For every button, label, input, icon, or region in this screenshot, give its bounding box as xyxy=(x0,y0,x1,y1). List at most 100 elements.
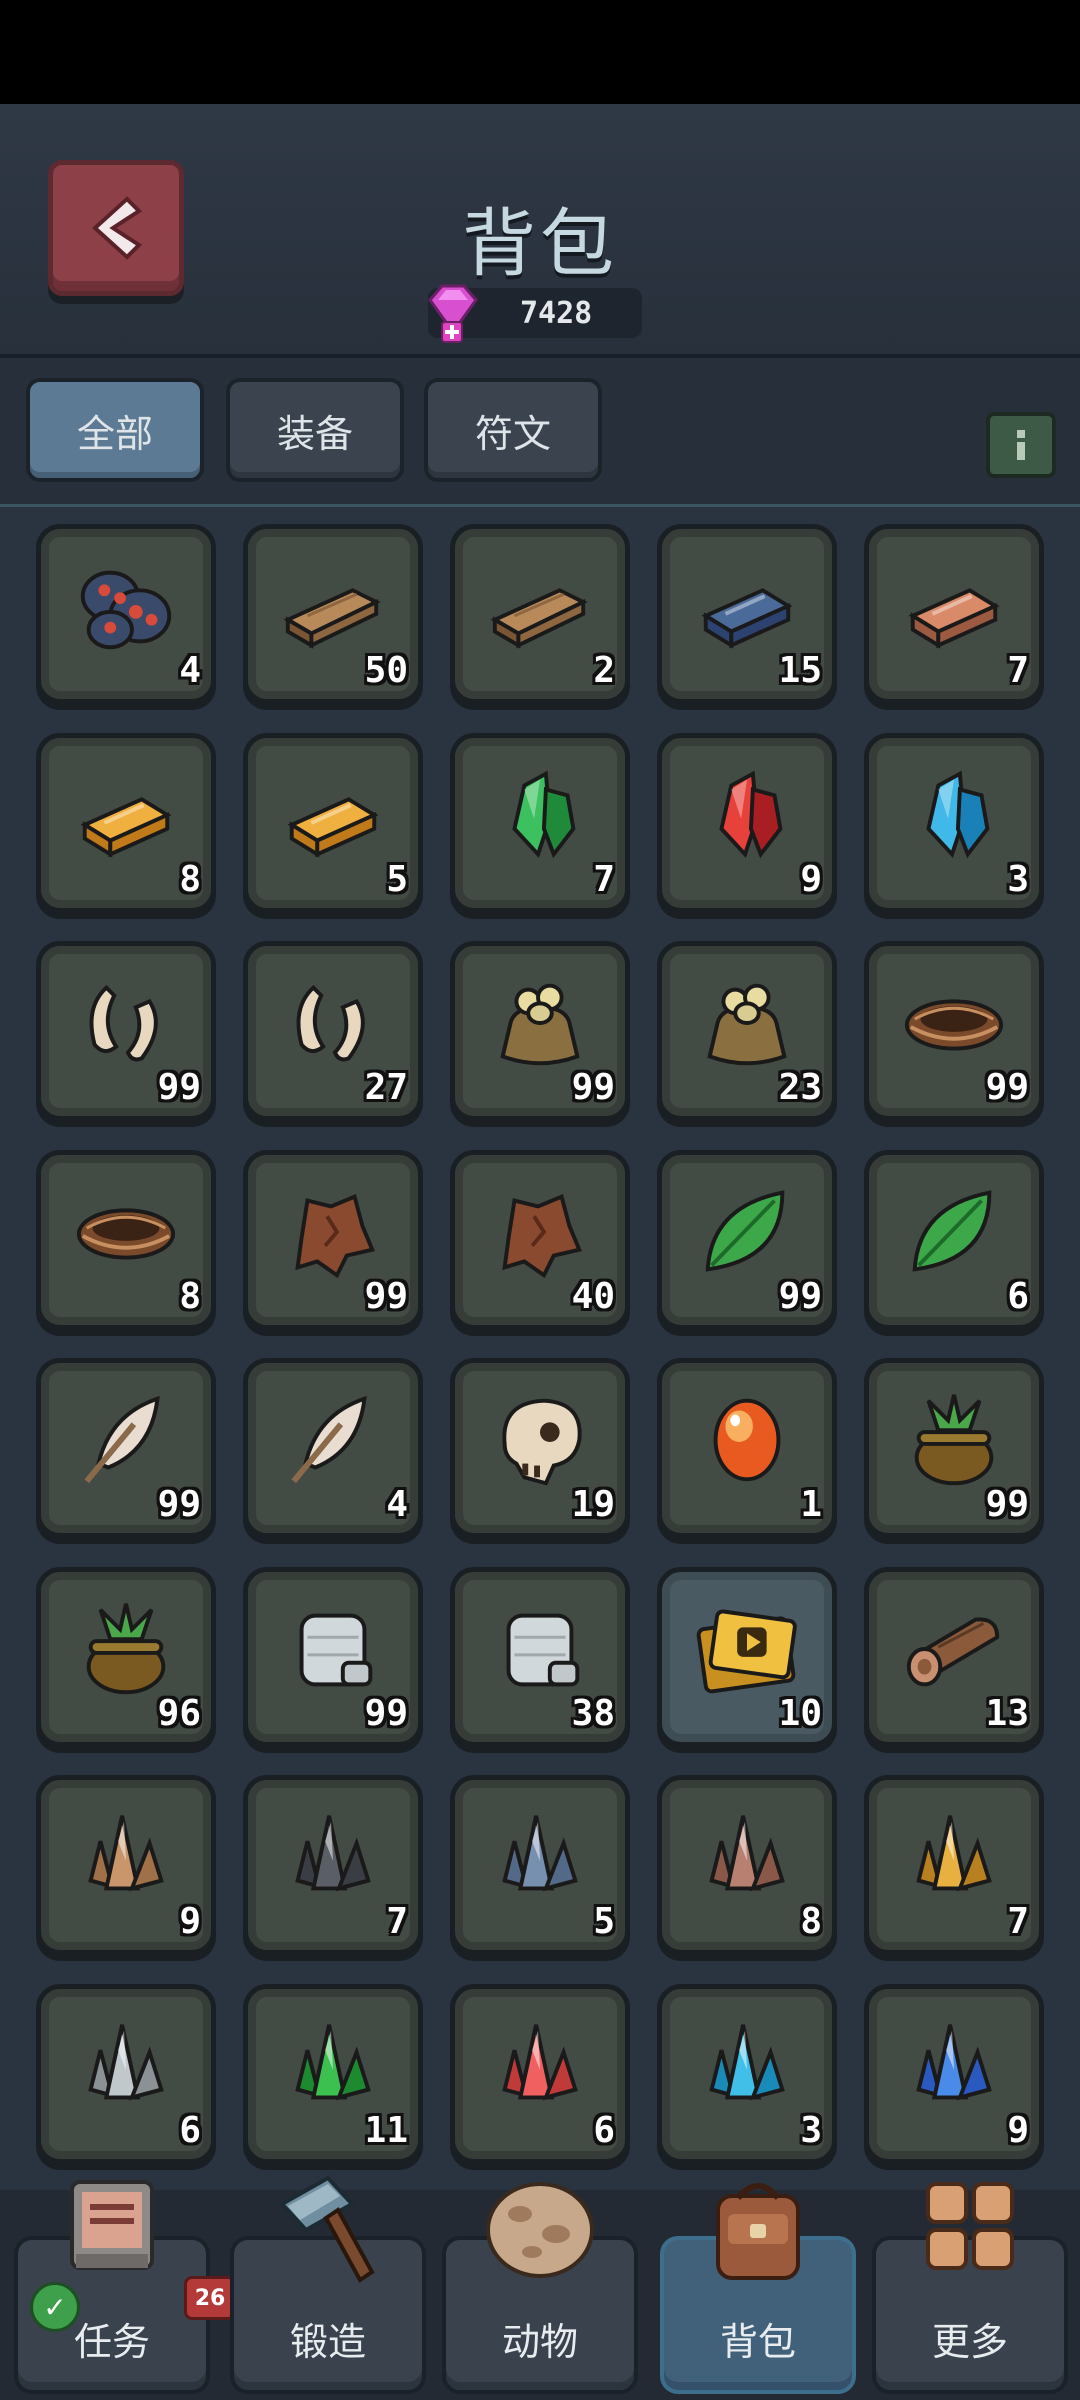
inventory-slot[interactable]: 27 xyxy=(243,941,423,1121)
info-button[interactable] xyxy=(986,412,1056,478)
inventory-slot[interactable]: 38 xyxy=(450,1566,630,1747)
inventory-slot[interactable]: 6 xyxy=(864,1149,1044,1330)
leather-hide-icon xyxy=(295,1193,375,1278)
inventory-slot[interactable]: 7 xyxy=(864,1775,1044,1955)
filter-bar: 全部 装备 符文 xyxy=(0,358,1080,507)
inventory-slot[interactable]: 5 xyxy=(243,732,423,913)
item-count: 6 xyxy=(179,2109,201,2151)
ore-cluster-icon xyxy=(80,570,172,650)
gold-shard-icon xyxy=(916,1815,992,1892)
inventory-slot[interactable]: 99 xyxy=(36,941,216,1121)
hammer-icon xyxy=(278,2175,375,2283)
inventory-slot[interactable]: 9 xyxy=(864,1983,1044,2164)
item-count: 7 xyxy=(1007,650,1029,691)
inventory-slot[interactable]: 9 xyxy=(36,1775,216,1955)
tan-shard-icon xyxy=(88,1815,164,1892)
item-count: 23 xyxy=(778,1067,822,1108)
inventory-slot[interactable]: 99 xyxy=(36,1358,216,1538)
nav-forge-label: 锻造 xyxy=(289,2320,366,2364)
steel-shard-icon xyxy=(502,1815,578,1892)
item-count: 7 xyxy=(1007,1901,1029,1942)
nav-tasks-button[interactable]: ✓ 26 任务 xyxy=(14,2180,236,2394)
inventory-slot[interactable]: 99 xyxy=(864,941,1044,1121)
thread-spool-icon xyxy=(506,1613,580,1686)
inventory-slot[interactable]: 3 xyxy=(657,1983,837,2164)
inventory-slot[interactable]: 4 xyxy=(243,1358,423,1538)
sapphire-shard-icon xyxy=(916,2023,992,2100)
nav-animals-label: 动物 xyxy=(501,2320,578,2364)
inventory-slot[interactable]: 6 xyxy=(450,1983,630,2164)
inventory-slot[interactable]: 8 xyxy=(36,1149,216,1330)
gold-ingot-icon xyxy=(80,796,172,858)
skull-icon xyxy=(502,1398,582,1486)
more-grid-icon xyxy=(926,2182,1014,2270)
inventory-slot[interactable]: 8 xyxy=(657,1775,837,1955)
fang-icon xyxy=(89,984,158,1062)
inventory-slot[interactable]: 7 xyxy=(243,1775,423,1955)
item-count: 9 xyxy=(800,858,822,900)
inventory-slot[interactable]: 6 xyxy=(36,1983,216,2164)
item-count: 99 xyxy=(985,1484,1029,1525)
item-count: 9 xyxy=(179,1901,201,1942)
item-count: 5 xyxy=(386,858,408,900)
ruby-shard-icon xyxy=(502,2023,578,2100)
item-count: 9 xyxy=(1007,2109,1029,2151)
inventory-slot[interactable]: 9 xyxy=(657,732,837,913)
inventory-slot[interactable]: 7 xyxy=(864,524,1044,704)
item-count: 3 xyxy=(1007,858,1029,900)
nav-bag-button[interactable]: 背包 xyxy=(660,2183,856,2394)
inventory-slot[interactable]: 8 xyxy=(36,732,216,913)
item-count: 3 xyxy=(800,2109,822,2151)
inventory-slot[interactable]: 13 xyxy=(864,1566,1044,1747)
inventory-slot[interactable]: 99 xyxy=(243,1566,423,1747)
tab-equipment[interactable]: 装备 xyxy=(226,378,404,482)
inventory-slot[interactable]: 19 xyxy=(450,1358,630,1538)
item-count: 7 xyxy=(593,858,615,900)
red-crystal-icon xyxy=(719,770,783,858)
tab-runes[interactable]: 符文 xyxy=(424,378,602,482)
nest-icon xyxy=(76,1207,176,1259)
inventory-slot[interactable]: 7 xyxy=(450,732,630,913)
leaf-icon xyxy=(705,1189,785,1272)
inventory-slot[interactable]: 1 xyxy=(657,1358,837,1538)
item-count: 99 xyxy=(778,1275,822,1317)
item-count: 1 xyxy=(800,1484,822,1525)
inventory-slot[interactable]: 99 xyxy=(657,1149,837,1330)
inventory-slot[interactable]: 3 xyxy=(864,732,1044,913)
inventory-slot[interactable]: 99 xyxy=(243,1149,423,1330)
item-count: 40 xyxy=(571,1275,615,1317)
blue-crystal-icon xyxy=(926,770,990,858)
item-count: 4 xyxy=(179,650,201,691)
inventory-slot[interactable]: 23 xyxy=(657,941,837,1121)
inventory-slot[interactable]: 99 xyxy=(864,1358,1044,1538)
item-count: 99 xyxy=(364,1692,408,1734)
item-count: 19 xyxy=(571,1484,615,1525)
inventory-slot[interactable]: 4 xyxy=(36,524,216,704)
seed-sack-icon xyxy=(707,983,787,1066)
fang-icon xyxy=(296,984,365,1062)
nav-more-button[interactable]: 更多 xyxy=(872,2182,1068,2394)
item-count: 15 xyxy=(778,650,822,691)
plant-pot-icon xyxy=(86,1602,166,1694)
inventory-slot[interactable]: 2 xyxy=(450,524,630,704)
inventory-slot[interactable]: 15 xyxy=(657,524,837,704)
animal-egg-icon xyxy=(486,2182,594,2278)
inventory-slot[interactable]: 5 xyxy=(450,1775,630,1955)
nav-forge-button[interactable]: 锻造 xyxy=(230,2175,426,2394)
inventory-slot[interactable]: 11 xyxy=(243,1983,423,2164)
status-bar xyxy=(0,0,1080,104)
nav-tasks-label: 任务 xyxy=(73,2320,150,2364)
inventory-slot[interactable]: 10 xyxy=(657,1566,837,1747)
inventory-slot[interactable]: 40 xyxy=(450,1149,630,1330)
nav-animals-button[interactable]: 动物 xyxy=(442,2182,638,2394)
wood-plank-icon xyxy=(490,588,588,649)
inventory-slot[interactable]: 50 xyxy=(243,524,423,704)
info-icon xyxy=(1017,430,1025,438)
emerald-shard-icon xyxy=(295,2023,371,2100)
inventory-slot[interactable]: 99 xyxy=(450,941,630,1121)
item-count: 10 xyxy=(778,1692,822,1734)
silver-shard-icon xyxy=(88,2023,164,2100)
inventory-slot[interactable]: 96 xyxy=(36,1566,216,1747)
tab-all[interactable]: 全部 xyxy=(26,378,204,482)
copper-ingot-icon xyxy=(908,588,1000,649)
